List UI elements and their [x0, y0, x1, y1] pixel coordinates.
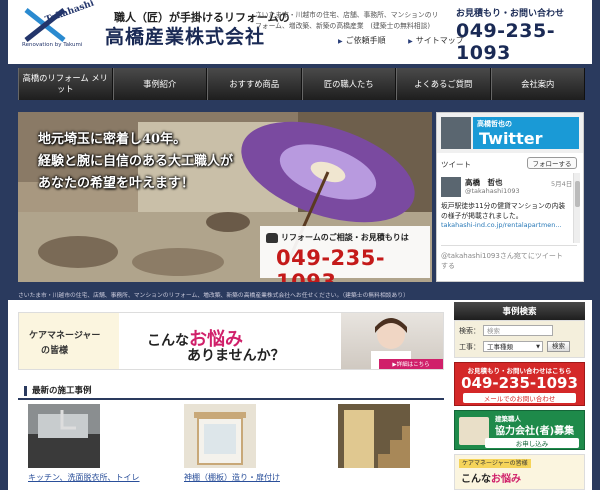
banner-cm-2: の皆様 [41, 346, 69, 356]
page: Takahashi Renovation by Takumi 職人（匠）が手掛け… [8, 0, 592, 490]
phone-icon [266, 232, 278, 243]
twitter-avatar [441, 117, 471, 149]
twitter-banner[interactable]: 高橋哲也の Twitter [473, 117, 579, 149]
global-nav: 高橋のリフォーム メリット 事例紹介 おすすめ商品 匠の職人たち よくあるご質問… [18, 68, 585, 100]
logo-name: Takahashi [44, 0, 96, 26]
tweet-reply[interactable]: @takahashi1093さん宛てにツイートする [441, 251, 569, 271]
hero-tel-box[interactable]: リフォームのご相談・お見積もりは 049-235-1093 [260, 226, 430, 282]
follow-button[interactable]: フォローする [527, 157, 577, 169]
header-contact[interactable]: お見積もり・お問い合わせ 049-235-1093 [456, 6, 586, 64]
type-label: 工事： [459, 342, 480, 351]
sidebar-contact[interactable]: お見積もり・お問い合わせはこちら 049-235-1093 メールでのお問い合わ… [454, 362, 585, 406]
keyword-label: 検索： [459, 326, 480, 335]
tweet-link[interactable]: takahashi-ind.co.jp/rentalapartmen... [441, 221, 562, 229]
case-image-shelf [184, 404, 256, 468]
company-name[interactable]: 高橋産業株式会社 [105, 22, 265, 49]
hero-line-2: 経験と腕に自信のある大工職人が [38, 154, 234, 169]
search-title: 事例検索 [454, 302, 585, 320]
triangle-icon: ▶ [338, 38, 343, 45]
site-header: Takahashi Renovation by Takumi 職人（匠）が手掛け… [8, 0, 592, 64]
hero-line-3: あなたの希望を叶えます！ [38, 176, 195, 191]
case-image-stairs [338, 404, 410, 468]
contact-label: お見積もり・お問い合わせ [456, 9, 565, 19]
case-item[interactable]: 神棚（棚板）造り・扉付け [184, 404, 280, 490]
main-content: ケアマネージャー の皆様 こんなお悩み ありませんか？ ▶詳細はこちら 最新の施… [18, 306, 444, 490]
twitter-logo: Twitter [479, 129, 543, 148]
partner-recruit-banner[interactable]: 建築職人 協力会社(者)募集 お申し込み [454, 410, 585, 450]
hero-banner: 地元埼玉に密着し40年。 経験と腕に自信のある大工職人が あなたの希望を叶えます… [18, 112, 432, 282]
header-link-label: ご依頼手順 [345, 36, 386, 45]
triangle-icon: ▶ [408, 38, 413, 45]
tweet-avatar[interactable] [441, 177, 461, 197]
twitter-header: 高橋哲也の Twitter [437, 113, 583, 153]
tweet-text: 坂戸駅徒歩11分の健貸マンションの内装の様子が掲載されました。 [441, 202, 566, 220]
banner-text-pre: こんな [147, 333, 189, 349]
banner-left: ケアマネージャー の皆様 [19, 313, 119, 369]
case-item[interactable]: キッチン、洗面脱衣所、トイレ [28, 404, 140, 490]
mail-contact-button[interactable]: メールでのお問い合わせ [463, 393, 576, 403]
case-item[interactable] [338, 404, 410, 490]
keyword-row: 検索： 検索 [459, 325, 553, 336]
hero-section: 地元埼玉に密着し40年。 経験と腕に自信のある大工職人が あなたの希望を叶えます… [8, 104, 592, 300]
banner-text-2: ありませんか？ [187, 348, 285, 364]
contact-tel: 049-235-1093 [456, 20, 556, 64]
partner-apply-button[interactable]: お申し込み [485, 438, 579, 448]
sidebar: 事例検索 検索： 検索 工事： 工事種類 検索 お見積もり・お問い合わせはこちら… [454, 300, 585, 490]
nav-item-products[interactable]: おすすめ商品 [207, 68, 302, 100]
nav-item-craftsmen[interactable]: 匠の職人たち [301, 68, 396, 100]
search-button[interactable]: 検索 [547, 341, 570, 352]
case-caption[interactable]: 神棚（棚板）造り・扉付け [184, 472, 324, 483]
company-logo[interactable]: Takahashi Renovation by Takumi [22, 0, 95, 52]
type-select[interactable]: 工事種類 [483, 341, 543, 352]
keyword-input[interactable]: 検索 [483, 325, 553, 336]
hero-line-1: 地元埼玉に密着し40年。 [38, 132, 187, 147]
search-box: 検索： 検索 工事： 工事種類 検索 [454, 320, 585, 358]
type-row: 工事： 工事種類 検索 [459, 341, 570, 352]
hero-tel-label-text: リフォームのご相談・お見積もりは [281, 233, 409, 242]
tweet-handle: @takahashi1093 [465, 187, 520, 195]
sidebar-cm-pre: こんな [461, 474, 491, 485]
tweet-date[interactable]: 5月4日 [551, 178, 572, 188]
sidebar-tel: 049-235-1093 [461, 374, 578, 392]
nav-item-cases[interactable]: 事例紹介 [112, 68, 207, 100]
partner-label-2: 協力会社(者)募集 [495, 426, 575, 437]
twitter-widget: 高橋哲也の Twitter ツイート フォローする 高橋 哲也 5月4日 @ta… [436, 112, 584, 282]
banner-detail-button[interactable]: ▶詳細はこちら [379, 359, 443, 369]
nav-item-faq[interactable]: よくあるご質問 [396, 68, 491, 100]
sidebar-cm-tag: ケアマネージャーの皆様 [459, 459, 531, 468]
header-link-procedure[interactable]: ▶ ご依頼手順 [338, 36, 396, 45]
tweets-label: ツイート [441, 160, 471, 169]
divider [441, 245, 577, 246]
twitter-scrollbar[interactable] [573, 173, 580, 243]
type-select-value: 工事種類 [487, 343, 513, 351]
nav-item-company[interactable]: 会社案内 [490, 68, 585, 100]
hero-tel-label: リフォームのご相談・お見積もりは [266, 232, 409, 243]
section-title-cases: 最新の施工事例 [18, 384, 444, 400]
hero-caption: さいたま市・川越市の住宅、店舗、事務所、マンションのリフォーム、増改築、新築の高… [18, 293, 409, 299]
twitter-banner-name: 高橋哲也の [477, 120, 512, 128]
banner-cm-1: ケアマネージャー [29, 331, 101, 341]
banner-headline: こんなお悩み ありませんか？ [137, 319, 333, 369]
logo-sub: Renovation by Takumi [22, 42, 83, 48]
nav-item-merit[interactable]: 高橋のリフォーム メリット [18, 68, 113, 100]
sidebar-cm-text: こんなお悩み [461, 470, 521, 485]
sidebar-caremanager-banner[interactable]: ケアマネージャーの皆様 こんなお悩み [454, 454, 585, 490]
sidebar-cm-em: お悩み [491, 474, 521, 485]
caremanager-banner[interactable]: ケアマネージャー の皆様 こんなお悩み ありませんか？ ▶詳細はこちら [18, 312, 444, 370]
hero-tel: 049-235-1093 [276, 246, 386, 282]
case-image-kitchen [28, 404, 100, 468]
scrollbar-thumb[interactable] [575, 181, 580, 207]
header-description: さいたま市・川越市の住宅、店舗、事務所、マンションのリフォーム、増改築、新築の高… [255, 11, 439, 30]
global-nav-wrap: 高橋のリフォーム メリット 事例紹介 おすすめ商品 匠の職人たち よくあるご質問… [8, 64, 592, 104]
case-caption[interactable]: キッチン、洗面脱衣所、トイレ [28, 472, 168, 483]
